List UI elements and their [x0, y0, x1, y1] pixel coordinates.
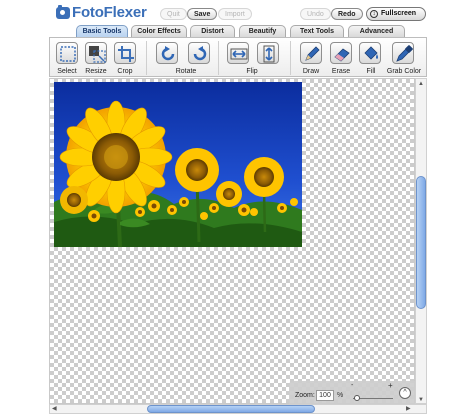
select-icon	[60, 46, 76, 62]
zoom-panel: Zoom: 100 % - + ^	[289, 381, 415, 405]
grab-color-label: Grab Color	[386, 68, 422, 75]
flip-label: Flip	[246, 68, 258, 75]
tab-advanced[interactable]: Advanced	[348, 25, 405, 37]
toolbar-divider	[218, 41, 219, 75]
resize-button[interactable]	[85, 42, 107, 64]
tab-color-effects[interactable]: Color Effects	[131, 25, 187, 37]
logo: FotoFlexer	[56, 4, 147, 21]
crop-button[interactable]	[114, 42, 136, 64]
select-button[interactable]	[56, 42, 78, 64]
zoom-unit: %	[337, 392, 344, 399]
horizontal-scroll-thumb[interactable]	[147, 405, 315, 413]
flip-horizontal-icon	[230, 48, 248, 60]
eraser-icon	[334, 48, 350, 62]
scroll-down-icon[interactable]: ▼	[418, 396, 424, 404]
fill-label: Fill	[366, 68, 376, 75]
undo-button[interactable]: Undo	[300, 8, 331, 20]
flip-vertical-button[interactable]	[257, 42, 279, 64]
fullscreen-icon: ↕	[370, 10, 378, 18]
toolbar-divider	[146, 41, 147, 75]
redo-button[interactable]: Redo	[331, 8, 363, 20]
select-label: Select	[57, 68, 77, 75]
title-bar: FotoFlexer Quit Save Import Undo Redo ↕ …	[0, 0, 450, 24]
fill-button[interactable]	[359, 42, 381, 64]
zoom-label: Zoom:	[295, 392, 315, 399]
quit-button[interactable]: Quit	[160, 8, 187, 20]
tab-basic-tools[interactable]: Basic Tools	[76, 25, 128, 37]
scroll-up-icon[interactable]: ▲	[418, 80, 424, 88]
toolbar-divider	[290, 41, 291, 75]
zoom-out-button[interactable]: -	[351, 382, 353, 389]
save-button[interactable]: Save	[187, 8, 218, 20]
draw-label: Draw	[302, 68, 320, 75]
scroll-right-icon[interactable]: ▶	[406, 405, 411, 413]
paint-bucket-icon	[364, 46, 378, 60]
image-canvas[interactable]: Zoom: 100 % - + ^	[49, 78, 415, 405]
tool-panel: Select Resize Crop Rotate Flip Draw Eras…	[49, 37, 427, 77]
scroll-left-icon[interactable]: ◀	[52, 405, 57, 413]
rotate-left-button[interactable]	[156, 42, 178, 64]
chevron-up-icon: ^	[403, 389, 407, 396]
collapse-zoom-button[interactable]: ^	[399, 387, 411, 399]
sunflower-photo	[54, 82, 302, 247]
tab-bar: Basic Tools Color Effects Distort Beauti…	[0, 25, 450, 37]
camera-icon	[56, 4, 70, 19]
pencil-icon	[305, 46, 320, 61]
resize-label: Resize	[85, 68, 107, 75]
erase-label: Erase	[331, 68, 351, 75]
vertical-scroll-thumb[interactable]	[416, 176, 426, 309]
erase-button[interactable]	[330, 42, 352, 64]
rotate-left-icon	[161, 46, 175, 61]
fullscreen-label: Fullscreen	[381, 10, 417, 17]
flip-horizontal-button[interactable]	[227, 42, 249, 64]
grab-color-button[interactable]	[392, 42, 414, 64]
zoom-in-button[interactable]: +	[388, 381, 393, 390]
crop-icon	[118, 46, 134, 62]
flip-vertical-icon	[263, 45, 275, 63]
import-button[interactable]: Import	[218, 8, 252, 20]
rotate-right-icon	[193, 46, 207, 61]
logo-text: FotoFlexer	[72, 4, 147, 21]
tab-distort[interactable]: Distort	[190, 25, 235, 37]
rotate-right-button[interactable]	[188, 42, 210, 64]
rotate-label: Rotate	[175, 68, 197, 75]
resize-icon	[89, 46, 106, 63]
zoom-slider-handle[interactable]	[354, 395, 360, 401]
tab-beautify[interactable]: Beautify	[239, 25, 286, 37]
draw-button[interactable]	[300, 42, 322, 64]
crop-label: Crop	[117, 68, 133, 75]
tab-text-tools[interactable]: Text Tools	[290, 25, 344, 37]
zoom-input[interactable]: 100	[316, 390, 334, 401]
fullscreen-button[interactable]: ↕ Fullscreen	[366, 7, 426, 21]
eyedropper-icon	[396, 45, 413, 62]
